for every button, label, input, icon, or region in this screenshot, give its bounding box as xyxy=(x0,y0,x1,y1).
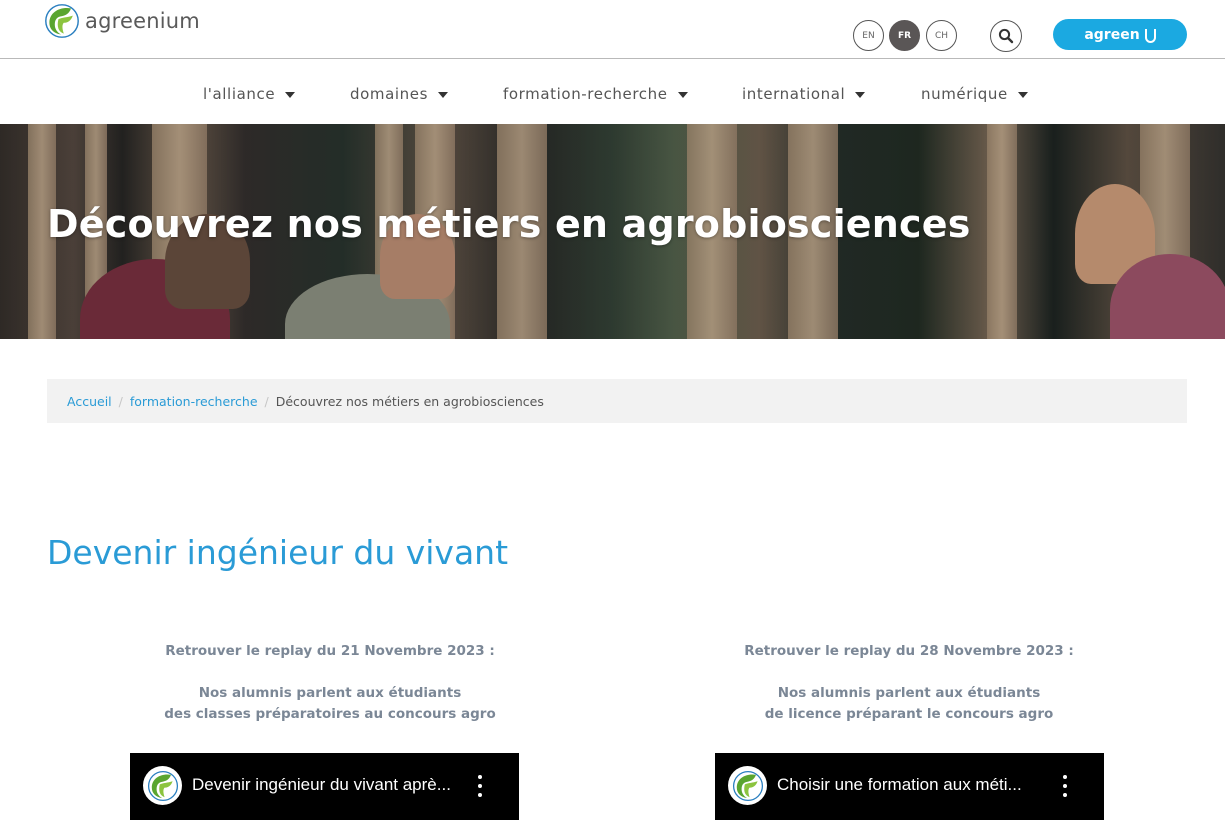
nav-item-label: numérique xyxy=(921,85,1008,103)
breadcrumb-separator: / xyxy=(118,393,123,409)
breadcrumb-link-accueil[interactable]: Accueil xyxy=(67,394,112,409)
replay-description: Nos alumnis parlent aux étudiants des cl… xyxy=(135,683,525,725)
breadcrumb-separator: / xyxy=(264,393,269,409)
nav-item-label: l'alliance xyxy=(203,85,276,103)
replay-column-right: Retrouver le replay du 28 Novembre 2023 … xyxy=(714,641,1104,725)
agreenium-logo-icon xyxy=(147,770,178,801)
breadcrumb-link-formation-recherche[interactable]: formation-recherche xyxy=(130,394,258,409)
language-fr-label: FR xyxy=(897,30,912,41)
section-title: Devenir ingénieur du vivant xyxy=(47,533,509,572)
agreenu-u-icon xyxy=(1144,28,1156,43)
top-header: agreenium EN FR CH agreen xyxy=(0,0,1225,59)
hero-banner: Découvrez nos métiers en agrobiosciences xyxy=(0,124,1225,339)
nav-item-label: international xyxy=(742,85,846,103)
search-button[interactable] xyxy=(990,20,1022,52)
nav-item-numerique[interactable]: numérique xyxy=(921,85,1028,103)
agreenu-label: agreen xyxy=(1084,26,1140,43)
caret-down-icon xyxy=(677,91,688,98)
video-embed-left[interactable]: Devenir ingénieur du vivant aprè... xyxy=(130,753,519,820)
agreenium-logo-link[interactable]: agreenium xyxy=(44,3,200,39)
nav-item-label: domaines xyxy=(350,85,429,103)
nav-item-formation-recherche[interactable]: formation-recherche xyxy=(503,85,688,103)
language-en-button[interactable]: EN xyxy=(853,20,884,51)
language-fr-button[interactable]: FR xyxy=(889,20,920,51)
channel-avatar[interactable] xyxy=(143,766,182,805)
nav-item-label: formation-recherche xyxy=(503,85,668,103)
language-ch-button[interactable]: CH xyxy=(926,20,957,51)
more-options-icon[interactable] xyxy=(475,775,485,797)
caret-down-icon xyxy=(855,91,866,98)
caret-down-icon xyxy=(285,91,296,98)
nav-item-alliance[interactable]: l'alliance xyxy=(203,85,296,103)
agreenu-button[interactable]: agreen xyxy=(1053,19,1187,50)
replay-description-line: Nos alumnis parlent aux étudiants xyxy=(198,685,462,701)
nav-item-international[interactable]: international xyxy=(742,85,866,103)
replay-date-text: Retrouver le replay du 21 Novembre 2023 … xyxy=(165,643,495,659)
search-icon xyxy=(998,28,1014,44)
breadcrumb: Accueil / formation-recherche / Découvre… xyxy=(47,379,1187,423)
channel-avatar[interactable] xyxy=(728,766,767,805)
logo-text: agreenium xyxy=(85,9,200,33)
language-ch-label: CH xyxy=(934,30,949,41)
language-en-label: EN xyxy=(862,30,875,41)
hero-photo-post xyxy=(987,124,1017,339)
main-navigation: l'alliance domaines formation-recherche … xyxy=(0,60,1225,124)
replay-description: Nos alumnis parlent aux étudiants de lic… xyxy=(714,683,1104,725)
breadcrumb-current: Découvrez nos métiers en agrobiosciences xyxy=(275,393,544,409)
caret-down-icon xyxy=(1017,91,1028,98)
hero-title: Découvrez nos métiers en agrobiosciences xyxy=(47,202,971,246)
caret-down-icon xyxy=(438,91,449,98)
replay-column-left: Retrouver le replay du 21 Novembre 2023 … xyxy=(135,641,525,725)
video-title[interactable]: Choisir une formation aux méti... xyxy=(777,775,1022,795)
replay-description-line: Nos alumnis parlent aux étudiants xyxy=(777,685,1041,701)
video-embed-right[interactable]: Choisir une formation aux méti... xyxy=(715,753,1104,820)
more-options-icon[interactable] xyxy=(1060,775,1070,797)
nav-item-domaines[interactable]: domaines xyxy=(350,85,449,103)
video-title[interactable]: Devenir ingénieur du vivant aprè... xyxy=(192,775,451,795)
replay-description-line: de licence préparant le concours agro xyxy=(764,706,1054,722)
replay-description-line: des classes préparatoires au concours ag… xyxy=(164,706,496,722)
agreenium-logo-icon xyxy=(732,770,763,801)
agreenium-logo-icon xyxy=(45,4,79,38)
replay-date-text: Retrouver le replay du 28 Novembre 2023 … xyxy=(744,643,1074,659)
